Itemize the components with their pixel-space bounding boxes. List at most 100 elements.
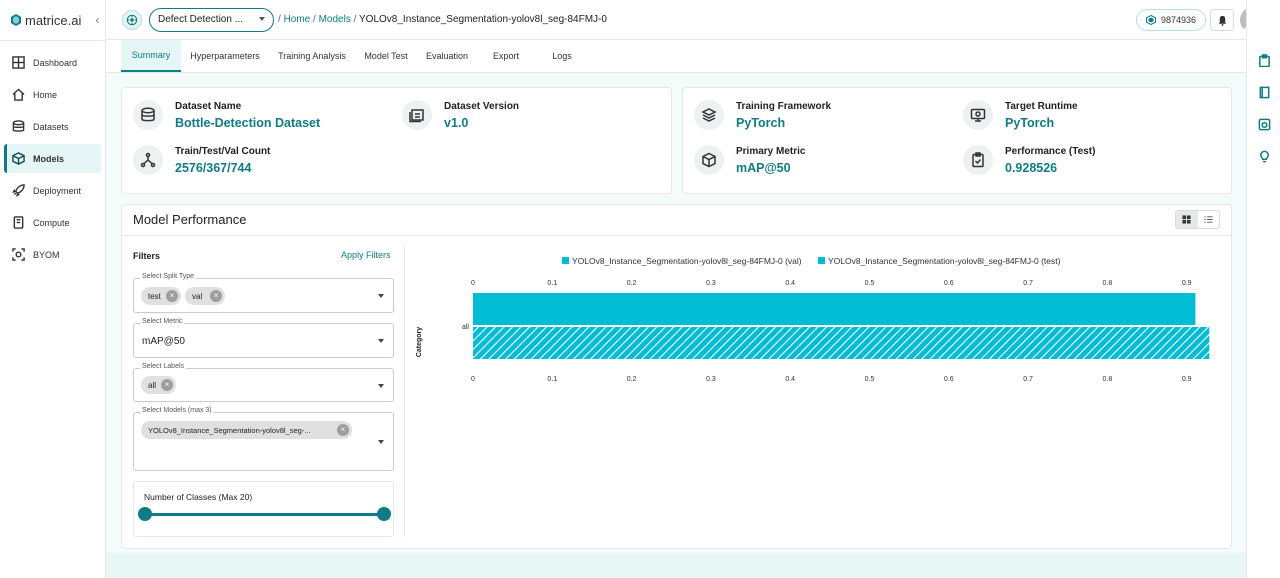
tab-export[interactable]: Export <box>486 40 526 72</box>
close-icon[interactable]: × <box>166 290 178 302</box>
split-type-select[interactable]: Select Split Type test × val × <box>133 273 394 313</box>
tab-summary[interactable]: Summary <box>121 40 181 72</box>
tab-training-analysis[interactable]: Training Analysis <box>274 40 350 72</box>
sidebar-item-byom[interactable]: BYOM <box>4 240 101 269</box>
breadcrumb-separator: / <box>313 14 316 25</box>
models-select-label: Select Models (max 3) <box>140 407 214 414</box>
collapse-sidebar-icon[interactable]: ‹ <box>95 13 99 27</box>
x-tick-bottom-label: 0.7 <box>1023 376 1033 383</box>
chip-test[interactable]: test × <box>141 287 181 305</box>
labels-select[interactable]: Select Labels all × <box>133 363 394 402</box>
brand-name: matrice.ai <box>25 12 82 28</box>
tab-evaluation[interactable]: Evaluation <box>422 40 472 72</box>
right-rail <box>1246 0 1280 578</box>
scan-icon <box>12 248 25 261</box>
close-icon[interactable]: × <box>210 290 222 302</box>
sidebar-item-deployment[interactable]: Deployment <box>4 176 101 205</box>
x-tick-top-label: 0.5 <box>865 280 875 287</box>
tab-hyperparameters[interactable]: Hyperparameters <box>186 40 264 72</box>
num-classes-slider: Number of Classes (Max 20) <box>133 481 394 537</box>
breadcrumb: / Home / Models / YOLOv8_Instance_Segmen… <box>278 14 607 25</box>
apply-filters-button[interactable]: Apply Filters <box>341 250 391 260</box>
tab-model-test[interactable]: Model Test <box>360 40 412 72</box>
breadcrumb-models[interactable]: Models <box>319 14 351 25</box>
slider-max-handle[interactable] <box>377 507 391 521</box>
sidebar-item-label: Deployment <box>33 185 82 196</box>
sidebar-item-home[interactable]: Home <box>4 80 101 109</box>
sidebar-item-label: Home <box>33 89 58 100</box>
chip-all[interactable]: all × <box>141 376 176 394</box>
tab-logs[interactable]: Logs <box>546 40 578 72</box>
server-icon <box>13 216 24 229</box>
sidebar-item-models[interactable]: Models <box>4 144 101 173</box>
bell-icon <box>1218 15 1226 26</box>
sidebar-item-label: Dashboard <box>33 57 78 68</box>
close-icon[interactable]: × <box>337 424 349 436</box>
performance-label: Performance (Test) <box>1005 146 1096 157</box>
dataset-name-label: Dataset Name <box>175 101 242 112</box>
lightbulb-icon[interactable] <box>1258 150 1271 163</box>
runtime-label: Target Runtime <box>1005 101 1078 112</box>
chip-label: test <box>148 291 161 301</box>
project-select[interactable]: Defect Detection ... <box>149 8 274 32</box>
x-tick-bottom-label: 0.5 <box>865 376 875 383</box>
sidebar-item-compute[interactable]: Compute <box>4 208 101 237</box>
slider-min-handle[interactable] <box>138 507 152 521</box>
framework-label: Training Framework <box>736 101 832 112</box>
page-footer-band <box>106 553 1246 578</box>
dataset-version-label: Dataset Version <box>444 101 520 112</box>
sidebar: matrice.ai ‹ Dashboard Home Datasets Mod… <box>0 0 106 578</box>
x-tick-top-label: 0 <box>471 280 475 287</box>
list-view-button[interactable] <box>1198 211 1220 228</box>
dataset-info-card: Dataset Name Bottle-Detection Dataset Dat… <box>121 87 672 194</box>
grid-icon <box>12 56 25 69</box>
sidebar-item-label: Compute <box>33 217 70 228</box>
database-icon <box>12 120 25 132</box>
x-tick-bottom-label: 0.8 <box>1103 376 1113 383</box>
num-classes-label: Number of Classes (Max 20) <box>144 492 253 502</box>
sidebar-item-dashboard[interactable]: Dashboard <box>4 48 101 77</box>
x-tick-top-label: 0.4 <box>785 280 795 287</box>
filters-title: Filters <box>133 251 161 261</box>
database-icon <box>133 100 163 130</box>
x-tick-bottom-label: 0.2 <box>627 376 637 383</box>
chevron-down-icon <box>259 17 265 21</box>
performance-bar-chart: YOLOv8_Instance_Segmentation-yolov8l_seg… <box>416 256 1210 383</box>
bar-val[interactable] <box>473 293 1196 325</box>
chip-label: all <box>148 380 157 390</box>
notifications-button[interactable] <box>1210 9 1234 31</box>
category-label-all: all <box>462 324 469 331</box>
home-icon <box>12 88 25 101</box>
credits-value: 9874936 <box>1160 15 1197 25</box>
chip-label: val <box>192 291 203 301</box>
rocket-icon <box>12 184 25 197</box>
grid-view-button[interactable] <box>1176 211 1198 228</box>
close-icon[interactable]: × <box>161 379 173 391</box>
credits-badge[interactable]: 9874936 <box>1136 9 1206 31</box>
camera-icon[interactable] <box>1258 118 1271 131</box>
runtime-value: PyTorch <box>1005 116 1055 130</box>
chip-model[interactable]: YOLOv8_Instance_Segmentation-yolov8l_seg… <box>141 421 352 439</box>
book-icon[interactable] <box>1258 86 1271 99</box>
metric-select-label: Select Metric <box>140 318 185 325</box>
x-tick-top-label: 0.3 <box>706 280 716 287</box>
x-tick-top-label: 0.2 <box>627 280 637 287</box>
performance-info: Performance (Test) 0.928526 <box>963 145 1095 175</box>
dataset-version-info: Dataset Version v1.0 <box>402 100 519 130</box>
sidebar-item-datasets[interactable]: Datasets <box>4 112 101 141</box>
dataset-name-value: Bottle-Detection Dataset <box>175 116 321 130</box>
x-tick-bottom-label: 0.1 <box>547 376 557 383</box>
chip-val[interactable]: val × <box>185 287 225 305</box>
clipboard-icon[interactable] <box>1258 54 1271 68</box>
metric-label: Primary Metric <box>736 146 806 157</box>
metric-value: mAP@50 <box>736 161 791 175</box>
legend-val: YOLOv8_Instance_Segmentation-yolov8l_seg… <box>572 256 802 266</box>
slider-track[interactable] <box>144 513 385 516</box>
breadcrumb-separator: / <box>353 14 357 25</box>
bar-test[interactable] <box>473 327 1210 359</box>
breadcrumb-home[interactable]: Home <box>284 14 311 25</box>
models-select[interactable]: Select Models (max 3) YOLOv8_Instance_Se… <box>133 407 394 471</box>
brand-logo[interactable]: matrice.ai ‹ <box>0 0 105 40</box>
legend-test: YOLOv8_Instance_Segmentation-yolov8l_seg… <box>828 256 1061 266</box>
metric-select[interactable]: Select Metric mAP@50 <box>133 318 394 358</box>
